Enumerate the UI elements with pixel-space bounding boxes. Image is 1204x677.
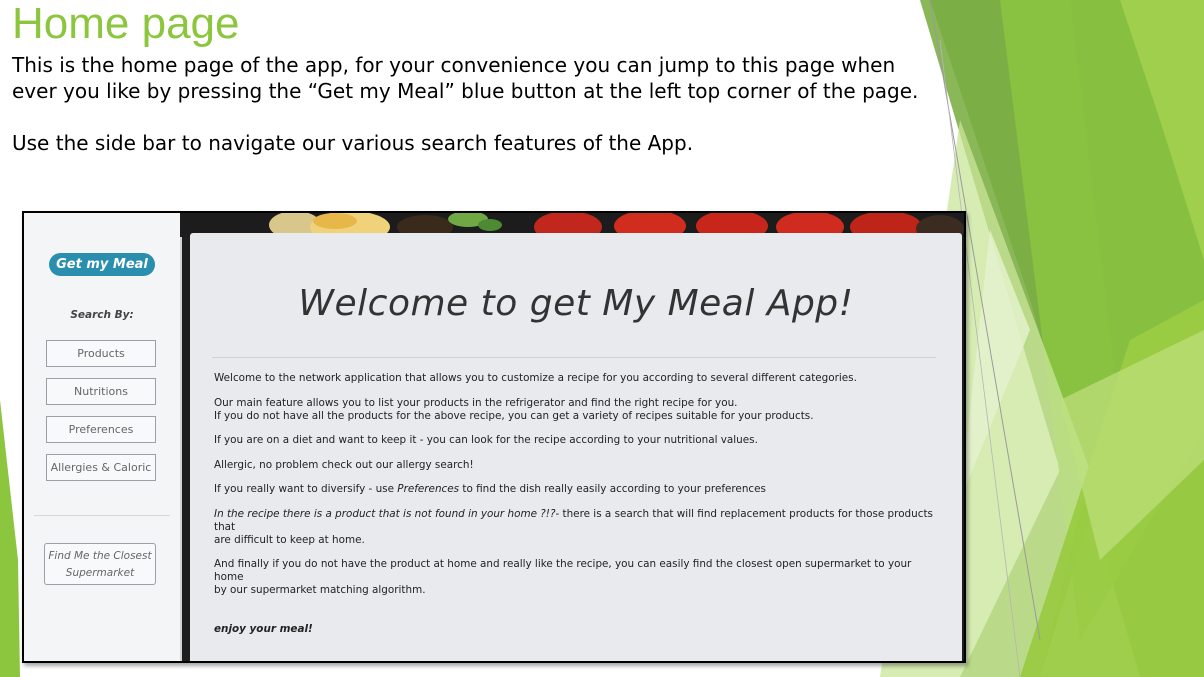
slide-title: Home page <box>12 0 240 48</box>
preferences-text-post: to find the dish really easily according… <box>459 483 766 495</box>
paragraph-intro: Welcome to the network application that … <box>214 372 857 384</box>
find-closest-supermarket-button[interactable]: Find Me the Closest Supermarket <box>44 543 156 585</box>
search-by-label: Search By: <box>70 309 134 321</box>
get-my-meal-button[interactable]: Get my Meal <box>49 253 155 276</box>
paragraph-diet: If you are on a diet and want to keep it… <box>214 434 758 446</box>
enjoy-your-meal: enjoy your meal! <box>214 623 313 635</box>
allergies-caloric-button[interactable]: Allergies & Caloric <box>46 454 156 481</box>
nutritions-button[interactable]: Nutritions <box>46 378 156 405</box>
supermarket-line-2: by our supermarket matching algorithm. <box>214 584 426 596</box>
app-screenshot: Get my Meal Search By: Products Nutritio… <box>22 211 966 663</box>
closest-button-line-1: Find Me the Closest <box>48 550 152 562</box>
app-sidebar: Get my Meal Search By: Products Nutritio… <box>24 213 182 661</box>
welcome-panel: Welcome to get My Meal App! Welcome to t… <box>190 233 962 661</box>
intro-line-1: This is the home page of the app, for yo… <box>12 53 896 77</box>
paragraph-main-feature: Our main feature allows you to list your… <box>214 397 944 423</box>
products-button[interactable]: Products <box>46 340 156 367</box>
welcome-content: Welcome to the network application that … <box>214 372 944 648</box>
paragraph-preferences: If you really want to diversify - use Pr… <box>214 483 944 496</box>
intro-line-3: Use the side bar to navigate our various… <box>12 131 694 155</box>
preferences-text-pre: If you really want to diversify - use <box>214 483 398 495</box>
title-divider <box>212 357 936 358</box>
welcome-title: Welcome to get My Meal App! <box>298 283 854 324</box>
paragraph-supermarket: And finally if you do not have the produ… <box>214 558 944 597</box>
supermarket-line-1: And finally if you do not have the produ… <box>214 558 912 583</box>
sidebar-divider <box>34 515 170 516</box>
intro-line-2: ever you like by pressing the “Get my Me… <box>12 79 919 103</box>
closest-button-line-2: Supermarket <box>65 567 135 579</box>
paragraph-allergy: Allergic, no problem check out our aller… <box>214 458 474 471</box>
preferences-emphasis: Preferences <box>397 483 460 495</box>
replacement-emphasis: In the recipe there is a product that is… <box>214 507 556 520</box>
preferences-button[interactable]: Preferences <box>46 416 156 443</box>
main-feature-line-2: If you do not have all the products for … <box>214 409 814 422</box>
main-feature-line-1: Our main feature allows you to list your… <box>214 396 738 409</box>
paragraph-replacement: In the recipe there is a product that is… <box>214 508 944 547</box>
slide-intro: This is the home page of the app, for yo… <box>12 52 952 156</box>
replacement-line-2: are difficult to keep at home. <box>214 533 365 546</box>
